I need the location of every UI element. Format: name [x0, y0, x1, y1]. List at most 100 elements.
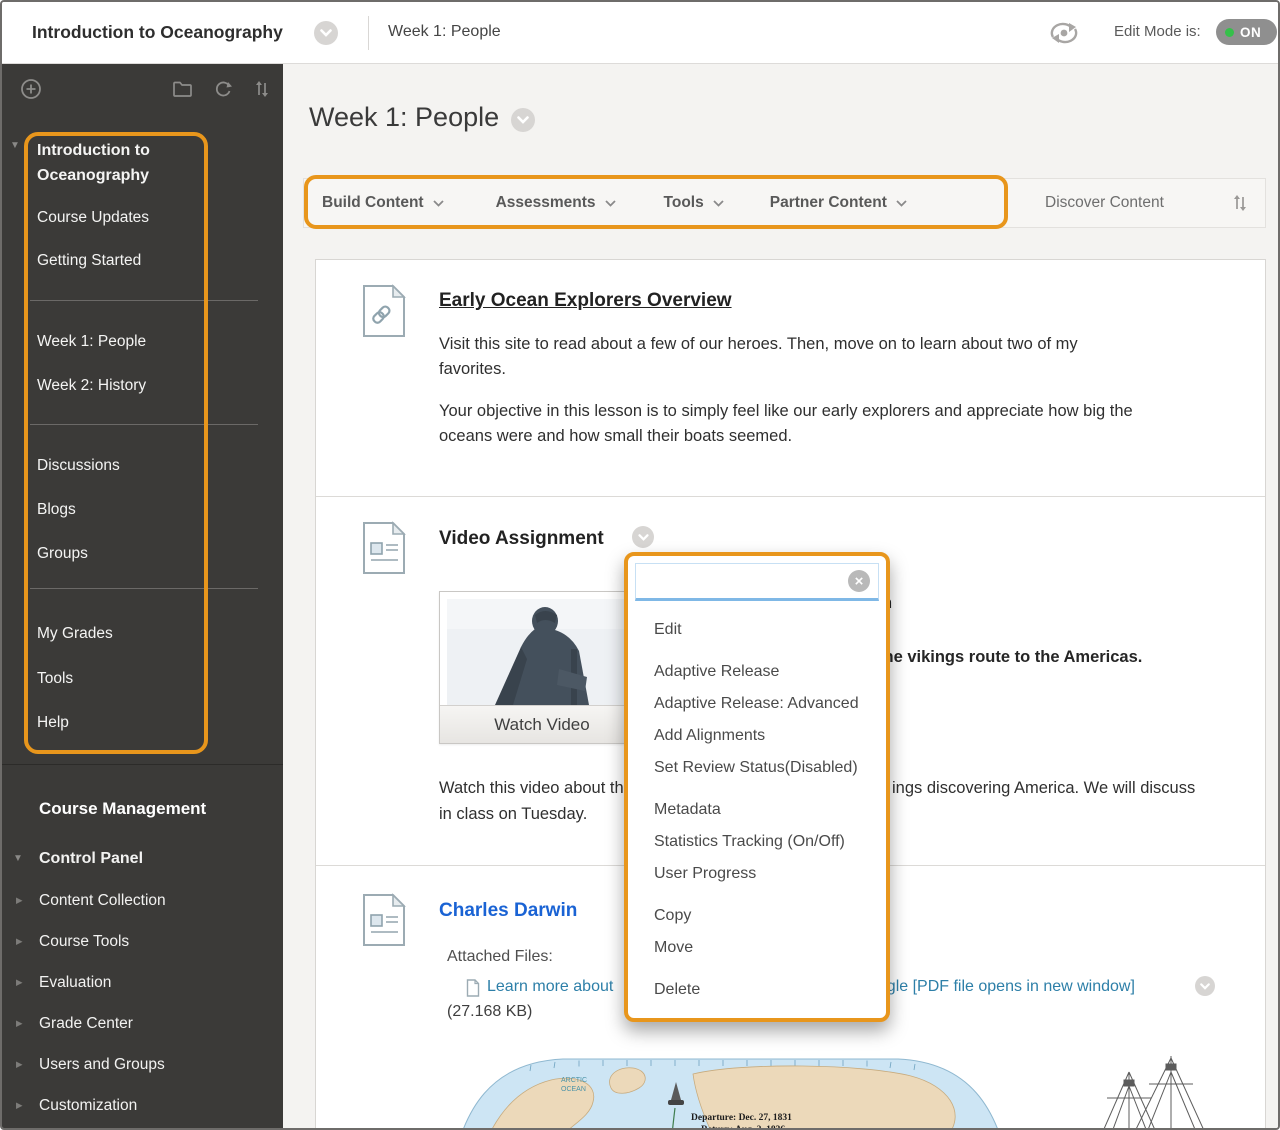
sidebar-divider: [30, 588, 258, 589]
sidebar-item-week-1[interactable]: Week 1: People: [37, 333, 146, 351]
discover-content-button[interactable]: Discover Content: [1045, 194, 1164, 212]
chevron-right-icon: ▶: [16, 1100, 23, 1111]
menu-item-metadata[interactable]: Metadata: [628, 794, 886, 826]
sidebar-item-discussions[interactable]: Discussions: [37, 457, 120, 475]
overview-paragraph-1-line-1: Visit this site to read about a few of o…: [439, 332, 1078, 357]
beagle-voyage-map: ARCTIC OCEAN Departure: Dec. 27, 1831 Re…: [443, 1048, 1018, 1130]
menu-item-edit[interactable]: Edit: [628, 614, 886, 646]
chevron-down-icon: [896, 200, 907, 207]
sidebar-item-tools[interactable]: Tools: [37, 670, 73, 688]
map-label-arctic-1: ARCTIC: [561, 1077, 587, 1084]
page-title-menu-button[interactable]: [511, 108, 535, 132]
menu-item-delete[interactable]: Delete: [628, 974, 886, 1006]
video-item-menu-button[interactable]: [632, 526, 654, 548]
sidebar-item-grade-center[interactable]: Grade Center: [39, 1015, 133, 1033]
content-document-icon: [361, 893, 407, 947]
menu-item-user-progress[interactable]: User Progress: [628, 858, 886, 890]
build-content-label: Build Content: [322, 194, 424, 212]
chevron-down-icon: [320, 29, 332, 37]
course-title: Introduction to Oceanography: [32, 22, 283, 43]
content-document-icon: [361, 521, 407, 575]
chevron-down-icon: [433, 200, 444, 207]
app-window: Introduction to Oceanography Week 1: Peo…: [0, 0, 1280, 1130]
sidebar-item-customization[interactable]: Customization: [39, 1097, 137, 1115]
overview-item-title-link[interactable]: Early Ocean Explorers Overview: [439, 290, 732, 312]
header-divider: [368, 16, 369, 50]
sidebar-item-course-tools[interactable]: Course Tools: [39, 933, 129, 951]
file-icon: [466, 979, 480, 997]
sidebar-divider: [30, 424, 258, 425]
course-title-menu-button[interactable]: [314, 21, 338, 45]
menu-item-statistics-tracking[interactable]: Statistics Tracking (On/Off): [628, 826, 886, 858]
attached-file-menu-button[interactable]: [1195, 976, 1215, 996]
sidebar-item-week-2[interactable]: Week 2: History: [37, 377, 146, 395]
chevron-right-icon: ▶: [16, 936, 23, 947]
page-title: Week 1: People: [309, 102, 499, 133]
overview-paragraph-2-line-2: oceans were and how small their boats se…: [439, 424, 1133, 449]
sidebar-item-course-updates[interactable]: Course Updates: [37, 209, 149, 227]
chevron-down-icon: [605, 200, 616, 207]
sidebar-item-blogs[interactable]: Blogs: [37, 501, 76, 519]
add-menu-item-icon[interactable]: [20, 78, 42, 100]
menu-item-copy[interactable]: Copy: [628, 900, 886, 932]
expand-triangle-icon[interactable]: ▼: [13, 853, 23, 864]
chevron-down-icon: [517, 116, 529, 124]
sidebar-item-help[interactable]: Help: [37, 714, 69, 732]
sidebar-item-getting-started[interactable]: Getting Started: [37, 252, 141, 270]
collapse-triangle-icon[interactable]: ▼: [10, 140, 20, 151]
reorder-icon[interactable]: [1231, 192, 1249, 214]
chevron-down-icon: [638, 534, 649, 541]
chevron-down-icon: [1200, 983, 1210, 990]
sidebar-item-my-grades[interactable]: My Grades: [37, 625, 113, 643]
overview-paragraph-2-line-1: Your objective in this lesson is to simp…: [439, 399, 1133, 424]
build-content-button[interactable]: Build Content: [322, 194, 444, 212]
menu-item-adaptive-release[interactable]: Adaptive Release: [628, 656, 886, 688]
sidebar-item-content-collection[interactable]: Content Collection: [39, 892, 166, 910]
url-document-icon: [361, 284, 407, 338]
sidebar-item-course-home[interactable]: Introduction to Oceanography: [37, 138, 197, 188]
tools-label: Tools: [664, 194, 704, 212]
edit-mode-indicator-dot: [1225, 28, 1234, 37]
top-header: Introduction to Oceanography Week 1: Peo…: [2, 2, 1278, 64]
close-icon[interactable]: ×: [848, 570, 870, 592]
menu-item-move[interactable]: Move: [628, 932, 886, 964]
edit-mode-toggle[interactable]: ON: [1216, 19, 1277, 45]
context-menu-filter-input[interactable]: ×: [635, 563, 879, 601]
menu-item-set-review-status[interactable]: Set Review Status(Disabled): [628, 752, 886, 784]
sidebar-item-users-and-groups[interactable]: Users and Groups: [39, 1056, 165, 1074]
refresh-icon[interactable]: [213, 79, 234, 99]
action-bar: Build Content Assessments Tools Partner …: [303, 178, 1266, 228]
sailing-ship-drawing: [1074, 1052, 1229, 1130]
menu-item-adaptive-release-advanced[interactable]: Adaptive Release: Advanced: [628, 688, 886, 720]
assessments-button[interactable]: Assessments: [496, 194, 616, 212]
sidebar-divider: [30, 300, 258, 301]
watch-video-button[interactable]: Watch Video: [440, 705, 644, 743]
darwin-item-title-link[interactable]: Charles Darwin: [439, 900, 577, 922]
chevron-right-icon: ▶: [16, 1018, 23, 1029]
chevron-right-icon: ▶: [16, 977, 23, 988]
sidebar-item-control-panel[interactable]: Control Panel: [39, 850, 143, 868]
explorer-statue-thumbnail: [447, 599, 637, 705]
overview-paragraph-1-line-2: favorites.: [439, 357, 1078, 382]
map-label-departure: Departure: Dec. 27, 1831: [691, 1113, 792, 1123]
chevron-right-icon: ▶: [16, 1059, 23, 1070]
student-preview-icon[interactable]: [1045, 19, 1083, 47]
video-bold-text-fragment-2: the vikings route to the Americas.: [878, 648, 1142, 667]
chevron-down-icon: [713, 200, 724, 207]
sidebar-item-evaluation[interactable]: Evaluation: [39, 974, 111, 992]
sidebar-section-divider: [2, 764, 283, 765]
reorder-icon[interactable]: [253, 79, 271, 99]
tools-button[interactable]: Tools: [664, 194, 724, 212]
attached-file-link-left[interactable]: Learn more about: [487, 978, 613, 996]
assessments-label: Assessments: [496, 194, 596, 212]
partner-content-button[interactable]: Partner Content: [770, 194, 907, 212]
sidebar-item-groups[interactable]: Groups: [37, 545, 88, 563]
attached-file-link-right[interactable]: eagle [PDF file opens in new window]: [869, 978, 1135, 996]
edit-mode-label: Edit Mode is:: [1114, 23, 1201, 40]
menu-item-add-alignments[interactable]: Add Alignments: [628, 720, 886, 752]
map-label-arctic-2: OCEAN: [561, 1086, 586, 1093]
partner-content-label: Partner Content: [770, 194, 887, 212]
map-label-return: Return: Aug. 2, 1836: [701, 1125, 785, 1130]
item-context-menu: × Edit Adaptive Release Adaptive Release…: [624, 552, 890, 1022]
folder-view-icon[interactable]: [172, 80, 193, 98]
